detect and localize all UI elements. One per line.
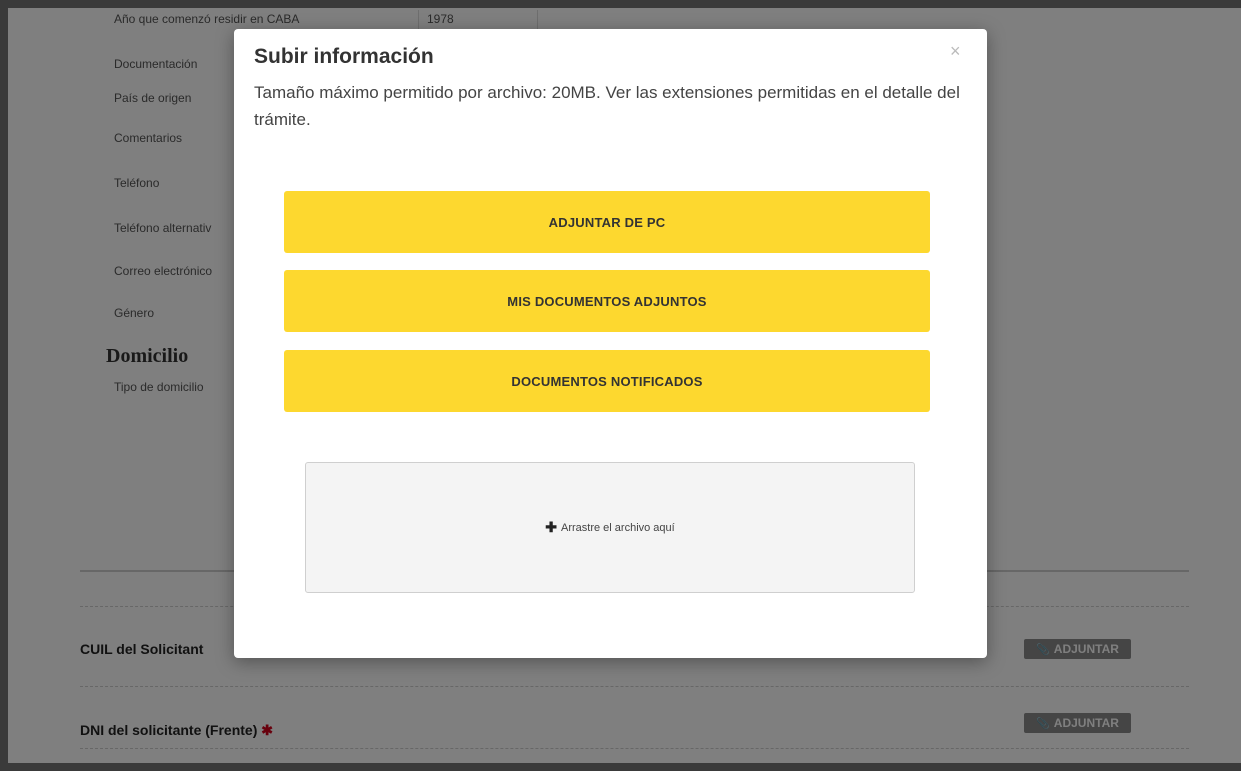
window-frame-bottom bbox=[0, 763, 1241, 771]
modal-title: Subir información bbox=[254, 45, 434, 68]
my-attached-documents-button[interactable]: MIS DOCUMENTOS ADJUNTOS bbox=[284, 270, 930, 332]
attach-from-pc-button[interactable]: ADJUNTAR DE PC bbox=[284, 191, 930, 253]
window-frame-top bbox=[0, 0, 1241, 8]
notified-documents-button[interactable]: DOCUMENTOS NOTIFICADOS bbox=[284, 350, 930, 412]
close-icon[interactable]: × bbox=[950, 41, 961, 62]
modal-description: Tamaño máximo permitido por archivo: 20M… bbox=[254, 83, 960, 129]
upload-modal: Subir información × Tamaño máximo permit… bbox=[234, 29, 987, 658]
window-frame-left bbox=[0, 0, 8, 771]
plus-icon: ✚ bbox=[545, 519, 557, 535]
dropzone-label: Arrastre el archivo aquí bbox=[561, 521, 675, 534]
file-dropzone[interactable]: ✚ Arrastre el archivo aquí bbox=[305, 462, 915, 593]
